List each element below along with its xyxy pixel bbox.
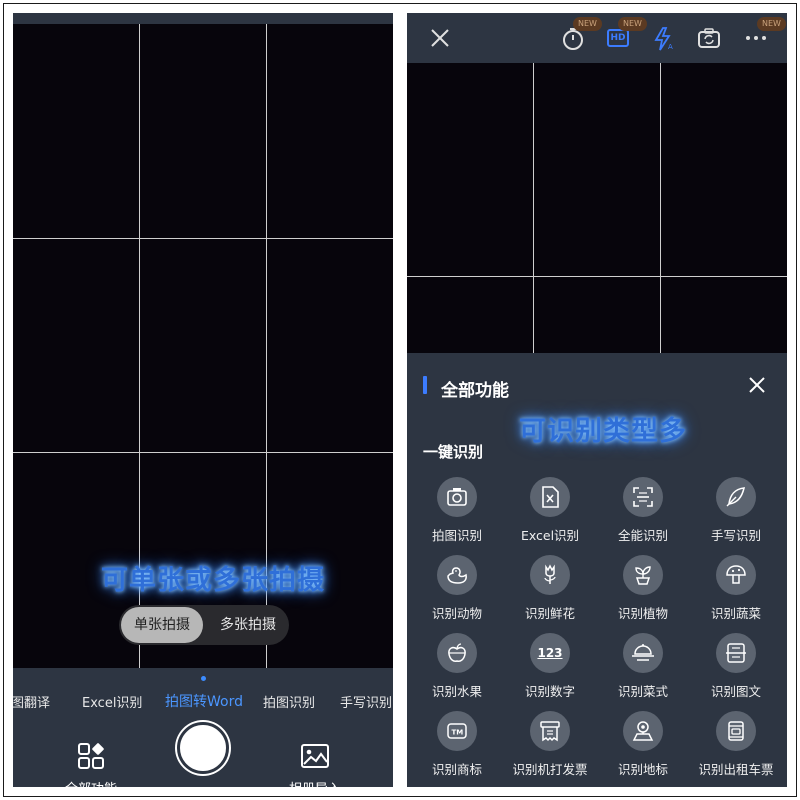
feature-label: 识别蔬菜 <box>710 606 761 621</box>
close-icon[interactable] <box>429 27 451 49</box>
new-badge: NEW <box>757 17 786 31</box>
feature-fruit-recognition[interactable]: 识别水果 <box>411 633 503 700</box>
left-phone-screen: 可单张或多张拍摄 单张拍摄 多张拍摄 图翻译 Excel识别 拍图转Word 拍… <box>13 13 393 787</box>
grid-line <box>13 452 393 453</box>
numbers-glyph: 123 <box>537 646 563 660</box>
mode-tab-translate[interactable]: 图翻译 <box>13 692 50 711</box>
grid-line <box>407 276 787 277</box>
plant-pot-icon <box>623 555 663 595</box>
shutter-button[interactable] <box>177 722 229 774</box>
album-import-button[interactable]: 相册导入 <box>287 742 343 787</box>
feature-trademark-recognition[interactable]: TM 识别商标 <box>411 711 503 778</box>
feature-label: 识别商标 <box>431 762 482 777</box>
overlay-caption: 可识别类型多 <box>519 416 687 447</box>
sheet-title: 全部功能 <box>441 381 509 401</box>
close-icon[interactable] <box>747 375 767 395</box>
mode-tab-excel[interactable]: Excel识别 <box>82 692 142 711</box>
all-functions-label: 全部功能 <box>63 778 119 787</box>
new-badge: NEW <box>618 17 647 31</box>
feature-animal-recognition[interactable]: 识别动物 <box>411 555 503 622</box>
overlay-caption: 可单张或多张拍摄 <box>101 565 325 596</box>
switch-camera-icon[interactable] <box>697 27 721 49</box>
camera-scan-icon <box>437 477 477 517</box>
duck-icon <box>437 555 477 595</box>
feature-label: 识别鲜花 <box>524 606 575 621</box>
all-scan-icon <box>623 477 663 517</box>
feature-label: 识别动物 <box>431 606 482 621</box>
feature-label: 识别地标 <box>617 762 668 777</box>
feature-label: Excel识别 <box>520 528 580 543</box>
feature-photo-recognition[interactable]: 拍图识别 <box>411 477 503 544</box>
mode-tab-handwriting[interactable]: 手写识别 <box>340 692 392 711</box>
feature-number-recognition[interactable]: 123 识别数字 <box>504 633 596 700</box>
feature-flower-recognition[interactable]: 识别鲜花 <box>504 555 596 622</box>
feature-dish-recognition[interactable]: 识别菜式 <box>597 633 689 700</box>
multi-shot-button[interactable]: 多张拍摄 <box>209 605 287 645</box>
feature-invoice-recognition[interactable]: 识别机打发票 <box>504 711 596 778</box>
camera-toolbar: NEW HD NEW A NEW <box>407 13 787 63</box>
taxi-receipt-icon <box>716 711 756 751</box>
all-functions-button[interactable]: 全部功能 <box>63 742 119 787</box>
feature-label: 识别图文 <box>710 684 761 699</box>
camera-bottom-panel: 图翻译 Excel识别 拍图转Word 拍图识别 手写识别 全部功能 相册导入 <box>13 668 393 787</box>
capture-mode-toggle: 单张拍摄 多张拍摄 <box>119 605 289 645</box>
landmark-icon <box>623 711 663 751</box>
feature-label: 拍图识别 <box>431 528 482 543</box>
apple-icon <box>437 633 477 673</box>
current-mode-indicator <box>201 676 206 681</box>
feature-image-text-recognition[interactable]: 识别图文 <box>690 633 782 700</box>
grid-apps-icon <box>78 743 104 769</box>
flash-auto-icon[interactable]: A <box>653 27 675 51</box>
svg-text:TM: TM <box>452 729 464 737</box>
grid-line <box>660 63 661 353</box>
flower-icon <box>530 555 570 595</box>
feature-vegetable-recognition[interactable]: 识别蔬菜 <box>690 555 782 622</box>
svg-text:A: A <box>668 43 673 51</box>
feature-all-round-recognition[interactable]: 全能识别 <box>597 477 689 544</box>
new-badge: NEW <box>573 17 602 31</box>
mushroom-icon <box>716 555 756 595</box>
section-title: 一键识别 <box>423 443 484 461</box>
feature-landmark-recognition[interactable]: 识别地标 <box>597 711 689 778</box>
mode-tab-photo-recognition[interactable]: 拍图识别 <box>263 692 315 711</box>
feature-label: 识别菜式 <box>617 684 668 699</box>
status-bar <box>13 13 393 24</box>
dish-icon <box>623 633 663 673</box>
feature-label: 手写识别 <box>710 528 761 543</box>
document-scan-icon <box>716 633 756 673</box>
feature-label: 识别机打发票 <box>512 762 588 777</box>
hd-icon[interactable]: HD <box>607 29 629 47</box>
feature-plant-recognition[interactable]: 识别植物 <box>597 555 689 622</box>
feature-label: 全能识别 <box>617 528 668 543</box>
single-shot-button[interactable]: 单张拍摄 <box>121 607 203 643</box>
feature-label: 识别数字 <box>524 684 575 699</box>
image-icon <box>301 744 329 768</box>
feature-handwriting-recognition[interactable]: 手写识别 <box>690 477 782 544</box>
feature-taxi-receipt-recognition[interactable]: 识别出租车票 <box>690 711 782 778</box>
title-accent-bar <box>423 376 427 394</box>
camera-viewfinder[interactable] <box>407 63 787 353</box>
feather-pen-icon <box>716 477 756 517</box>
trademark-icon: TM <box>437 711 477 751</box>
numbers-icon: 123 <box>530 633 570 673</box>
feature-excel-recognition[interactable]: Excel识别 <box>504 477 596 544</box>
grid-line <box>533 63 534 353</box>
grid-line <box>13 238 393 239</box>
mode-tab-photo-to-word[interactable]: 拍图转Word <box>165 691 243 711</box>
feature-label: 识别出租车票 <box>698 762 774 777</box>
invoice-icon <box>530 711 570 751</box>
feature-label: 识别水果 <box>431 684 482 699</box>
more-icon[interactable] <box>745 35 767 41</box>
excel-file-icon <box>530 477 570 517</box>
feature-label: 识别植物 <box>617 606 668 621</box>
album-import-label: 相册导入 <box>287 778 343 787</box>
right-phone-screen: NEW HD NEW A NEW 全部功能 一键识别 拍图识别 Excel识别 … <box>407 13 787 787</box>
